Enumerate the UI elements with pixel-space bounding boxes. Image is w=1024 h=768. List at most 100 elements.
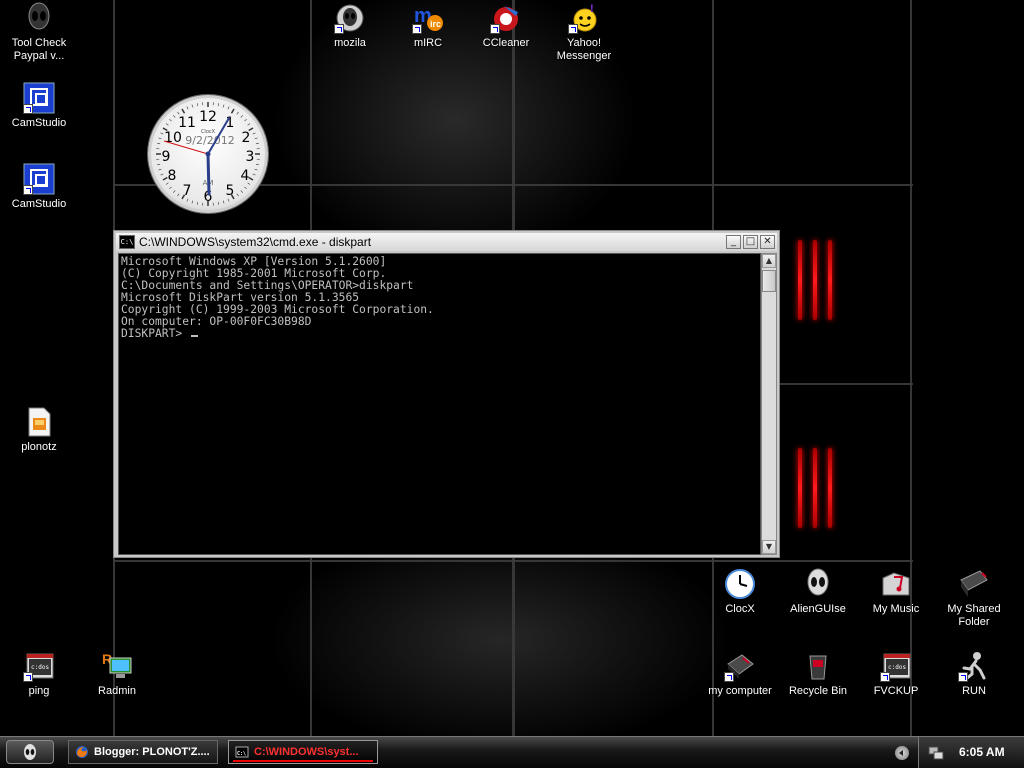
red-light-bar [813,240,817,320]
clock-numeral: 9 [162,149,171,165]
close-button[interactable]: ✕ [760,235,775,249]
clock-tick [255,163,259,166]
desktop-icon-label: My Shared Folder [947,603,1001,628]
desktop-icon-radmin[interactable]: R Radmin [78,650,156,698]
system-tray: 6:05 AM [918,737,1024,768]
cmd-window[interactable]: C:\ C:\WINDOWS\system32\cmd.exe - diskpa… [113,230,780,558]
desktop-icon-clocx[interactable]: ClocX [701,568,779,616]
clock-icon [724,568,756,600]
clock-tick [227,106,230,110]
batch-file-icon: c:dos [880,650,912,682]
clock-tick [222,200,225,204]
taskbar: Blogger: PLONOT'Z.... C:\ C:\WINDOWS\sys… [0,736,1024,768]
desktop-icon-label: Yahoo! Messenger [556,37,612,62]
camstudio-icon [23,163,55,195]
desktop-icon-camstudio-2[interactable]: CamStudio [0,163,78,211]
cmd-prompt-icon: C:\ [119,235,135,249]
clock-time[interactable]: 6:05 AM [959,745,1005,759]
text-cursor [191,335,199,337]
desktop-icon-my-music[interactable]: My Music [857,568,935,616]
console-output[interactable]: Microsoft Windows XP [Version 5.1.2600] … [118,253,761,555]
clock-tick [230,108,235,114]
desktop-icon-label: mIRC [413,37,443,49]
clock-tick [255,142,259,145]
taskbar-item-cmd[interactable]: C:\ C:\WINDOWS\syst... [228,740,378,764]
clock-numeral: 12 [199,109,217,125]
desktop-icon-camstudio-1[interactable]: CamStudio [0,82,78,130]
recycle-bin-icon [802,650,834,682]
red-light-bar [798,240,802,320]
desktop-icon-my-computer[interactable]: my computer [701,650,779,698]
red-light-bar [828,240,832,320]
desktop-icon-ping[interactable]: c:dos ping [0,650,78,698]
clock-tick [158,168,162,171]
analog-clock-widget[interactable]: 12 1 2 3 4 5 6 7 8 9 10 11 ClocX 9/2/201… [148,95,268,213]
desktop-icon-label: CCleaner [482,37,530,49]
yahoo-messenger-icon: ! [568,2,600,34]
clock-tick [227,198,230,202]
clock-tick [172,190,176,193]
network-icon[interactable] [927,744,945,762]
start-button[interactable] [6,740,54,764]
minimize-button[interactable]: _ [726,235,741,249]
clock-tick [160,173,164,176]
desktop-icon-ccleaner[interactable]: CCleaner [467,2,545,50]
svg-text:c:dos: c:dos [31,664,49,671]
desktop-icon-tool-check-paypal[interactable]: Tool Check Paypal v... [0,2,78,63]
desktop-icon-my-shared-folder[interactable]: My Shared Folder [935,568,1013,629]
tray-expand-icon[interactable] [895,746,909,760]
shared-folder-icon [958,568,990,600]
clock-tick [244,186,247,190]
desktop-icon-label: My Music [872,603,920,615]
diskpart-prompt: DISKPART> [121,327,190,340]
clock-tick [186,106,189,110]
radmin-icon: R [101,650,133,682]
clock-tick [252,132,256,135]
maximize-button[interactable]: □ [743,235,758,249]
desktop-icon-mirc[interactable]: m irc mIRC [389,2,467,50]
computer-icon [724,650,756,682]
clock-tick [181,108,186,114]
clock-tick [240,190,244,193]
shortcut-arrow-icon [568,24,578,34]
wallpaper-line [113,560,913,562]
clock-tick [157,163,161,166]
desktop-icon-fvckup[interactable]: c:dos FVCKUP [857,650,935,698]
desktop-icon-alienguise[interactable]: AlienGUIse [779,568,857,616]
desktop-icon-label: CamStudio [11,198,67,210]
clock-tick [196,201,199,205]
clock-tick [169,118,172,122]
vertical-scrollbar[interactable]: ▲ ▼ [761,253,777,555]
cmd-titlebar[interactable]: C:\ C:\WINDOWS\system32\cmd.exe - diskpa… [116,233,777,251]
scrollbar-thumb[interactable] [762,270,776,292]
desktop-icon-recycle-bin[interactable]: Recycle Bin [779,650,857,698]
shortcut-arrow-icon [490,24,500,34]
clock-center-pin [205,151,211,157]
desktop-icon-run[interactable]: RUN [935,650,1013,698]
taskbar-item-label: Blogger: PLONOT'Z.... [94,746,210,758]
alien-start-icon [24,744,36,760]
console-line: On computer: OP-00F0FC30B98D [121,315,312,328]
taskbar-item-blogger[interactable]: Blogger: PLONOT'Z.... [68,740,218,764]
desktop-icon-label: ClocX [725,603,755,615]
clock-tick [157,142,161,145]
firefox-icon [76,746,88,758]
shortcut-arrow-icon [724,672,734,682]
red-light-bar [813,448,817,528]
svg-text:c:dos: c:dos [888,664,906,671]
console-prompt-line[interactable]: DISKPART> [121,328,760,340]
clock-numeral: 4 [241,168,250,184]
shortcut-arrow-icon [23,672,33,682]
camstudio-icon [23,82,55,114]
red-light-bar [828,448,832,528]
batch-file-icon: c:dos [23,650,55,682]
desktop-icon-label: Tool Check Paypal v... [11,37,67,62]
clock-tick [252,173,256,176]
scroll-up-icon[interactable]: ▲ [762,254,776,268]
svg-text:C:\: C:\ [237,751,246,757]
desktop-icon-plonotz[interactable]: plonotz [0,406,78,454]
scroll-down-icon[interactable]: ▼ [762,540,776,554]
ccleaner-icon [490,2,522,34]
desktop-icon-mozila[interactable]: mozila [311,2,389,50]
desktop-icon-yahoo-messenger[interactable]: ! Yahoo! Messenger [545,2,623,63]
